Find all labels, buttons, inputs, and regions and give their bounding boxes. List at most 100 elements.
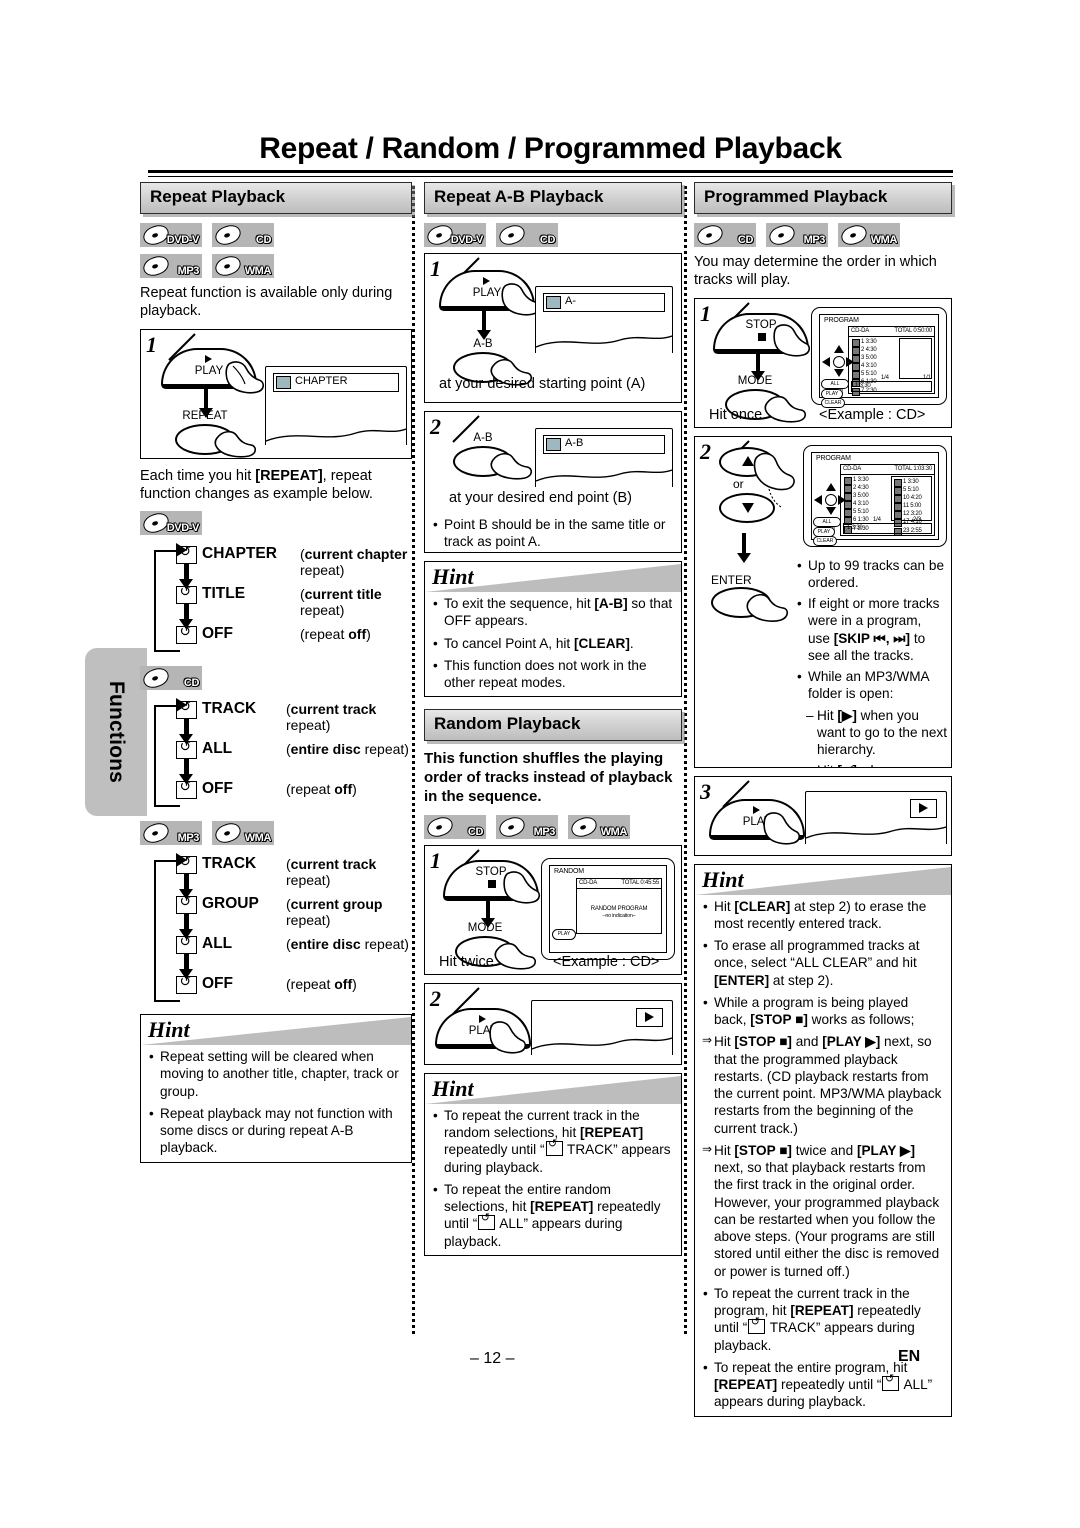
badge-cd: CD [212,223,274,247]
button-label: MODE [737,374,773,387]
cycle-mode-desc: (current title repeat) [300,586,382,619]
repeat-mode-icon [276,375,291,389]
hint-item: To repeat the current track in the rando… [433,1107,674,1176]
tv-inner: PROGRAM CD-DA TOTAL 0:50:00 1 3:30 2 4:3… [819,313,939,408]
section-header-programmed: Programmed Playback [694,182,952,214]
cycle-mode-name: CHAPTER [202,545,277,563]
badge-label: DVD-V [166,522,200,535]
tv-panel-header: CD-DA TOTAL 0:45:55 [577,879,661,889]
badge-mp3: MP3 [140,254,202,278]
disc-type-label: CD-DA [843,465,861,472]
tv-status-bar: 1 3:30 [851,380,932,392]
badge-label: CD [539,234,555,246]
hint-item: Hit [STOP ■] twice and [PLAY ▶] next, so… [702,1142,944,1280]
step-note: Hit [▶] when you want to go to the next … [797,707,947,759]
repeat-icon [176,583,197,605]
section-title: Repeat Playback [150,187,286,206]
disc-badges-repeat-2: MP3 WMA [140,254,412,278]
tv-program-row: 5 5:10 [893,486,930,495]
step-box-program-3: 3 PLAY [694,775,952,856]
badge-mp3: MP3 [766,223,828,247]
button-label: A-B [473,432,493,444]
disc-icon [694,223,726,247]
tv-panel-header: CD-DA TOTAL 0:50:00 [849,327,934,337]
section-title: Repeat A-B Playback [434,187,604,206]
hint-item: Hit [CLEAR] at step 2) to erase the most… [703,898,944,933]
repeat-icon [176,543,197,565]
badge-label: MP3 [177,265,200,277]
random-intro-text: This function shuffles the playing order… [424,750,673,806]
disc-icon [424,814,456,839]
osd-display-play [805,790,947,844]
badge-label: WMA [600,825,628,838]
badge-label: WMA [244,265,272,277]
disc-badges-random: CD MP3 WMA [424,814,682,839]
badge-cd: CD [694,223,756,247]
torn-edge [536,335,672,348]
osd-display-a: A- [535,286,673,353]
hand-pointer-icon [763,811,801,845]
disc-icon [766,223,798,247]
tv-track-row: 1 3:30 [851,338,895,347]
cycle-mode-desc: (current group repeat) [286,896,383,929]
example-caption: <Example : CD> [819,406,926,423]
torn-edge [806,825,946,839]
disc-icon [568,814,600,839]
hint-item: Repeat playback may not function with so… [149,1105,404,1157]
hand-pointer-icon [746,593,789,622]
badge-mp3: MP3 [140,821,202,846]
dpad-center [833,355,845,368]
play-triangle-icon [205,354,212,363]
hand-pointer-icon [214,430,257,458]
step-note: If eight or more tracks were in a progra… [797,595,947,664]
section-title: Programmed Playback [704,187,888,206]
programmed-intro-text: You may determine the order in which tra… [694,254,937,289]
osd-display-play [531,999,673,1055]
cycle-mode-name: GROUP [202,895,259,913]
step-box-ab-2: 2 A-B A-B at your desired end point (B) … [424,411,682,553]
tv-mode-label: RANDOM [554,867,584,875]
step-number: 3 [700,778,711,804]
hand-pointer-icon [494,942,537,970]
manual-page: Functions Repeat / Random / Programmed P… [0,0,1080,1528]
stop-square-icon [758,332,766,341]
step-box-random-1: 1 STOP MODE Hit twice. RANDOM CD-DA TOTA… [424,844,682,975]
hint-box-repeat: Hint Repeat setting will be cleared when… [140,1014,412,1163]
cycle-mode-desc: (repeat off) [286,976,357,993]
cycle-mode-name: TITLE [202,585,246,603]
button-label: MODE [467,921,503,934]
step-caption: at your desired end point (B) [449,490,632,506]
hand-pointer-icon [490,452,533,480]
tv-track-row: 3 5:00 [851,354,895,364]
osd-bar: A-B [543,435,665,454]
dpad-left [814,494,822,505]
step-box-ab-1: 1 PLAY A-B A- at your desired starting p… [424,253,682,403]
hint-item: While a program is being played back, [S… [703,994,944,1029]
cycle-mode-desc: (current track repeat) [286,701,377,734]
cycle-mode-desc: (current chapter repeat) [300,546,408,579]
badge-label: MP3 [533,825,556,838]
column-divider-1 [412,186,415,1334]
step-number: 1 [146,331,157,357]
column-programmed-playback: Programmed Playback CD MP3 WMA You may d… [694,182,952,1417]
disc-icon [838,223,870,247]
torn-edge [536,469,672,482]
tv-track-row: 3 5:00 [843,492,887,502]
column-repeat-ab-random: Repeat A-B Playback DVD-V CD 1 PLAY A-B … [424,182,682,1256]
cycle-mode-name: ALL [202,740,233,758]
dpad-up [834,344,844,353]
cycle-mode-desc: (current track repeat) [286,856,377,889]
repeat-icon [545,1138,563,1157]
disc-icon [212,223,244,247]
dpad-up [826,482,836,491]
section-title: Random Playback [434,714,581,734]
repeat-icon [176,893,197,915]
tv-program-row: 11 5:00 [893,502,930,512]
osd-text: A-B [565,437,584,449]
cycle-badges-cd: CD [140,666,412,691]
hint-header: Hint [141,1015,411,1046]
page-title: Repeat / Random / Programmed Playback [259,132,842,165]
step-number: 2 [430,985,441,1011]
badge-mp3: MP3 [496,814,558,839]
column-repeat-playback: Repeat Playback DVD-V CD MP3 WMA Repeat … [140,182,412,1163]
